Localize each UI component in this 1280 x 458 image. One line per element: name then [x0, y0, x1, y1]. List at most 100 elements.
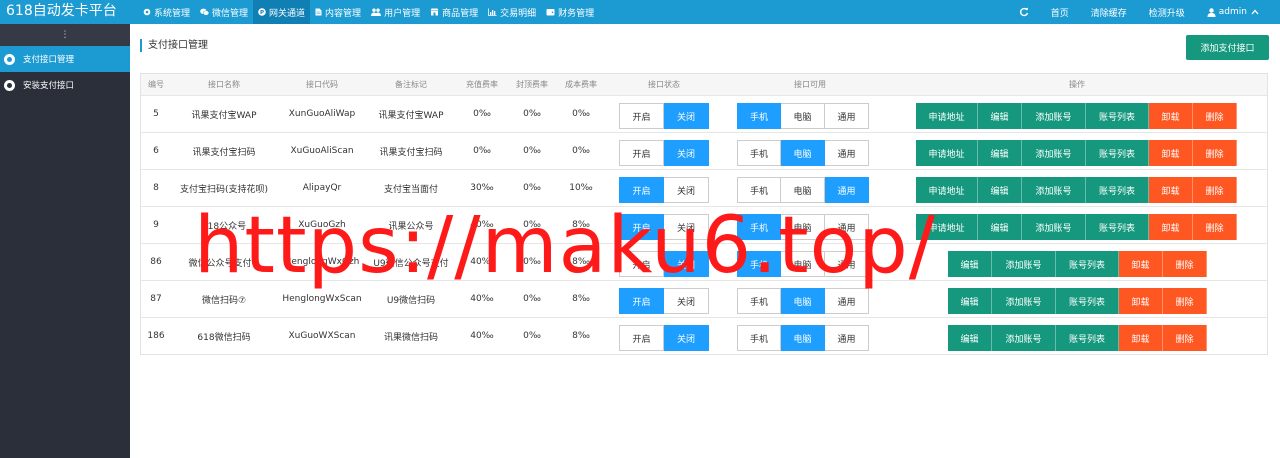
apply-address-button[interactable]: 申请地址 — [916, 140, 978, 166]
pc-button[interactable]: 电脑 — [781, 251, 825, 277]
disable-button[interactable]: 关闭 — [664, 251, 709, 277]
mobile-button[interactable]: 手机 — [737, 288, 781, 314]
account-list-button[interactable]: 账号列表 — [1086, 140, 1149, 166]
mobile-button[interactable]: 手机 — [737, 177, 781, 203]
enable-button[interactable]: 开启 — [619, 288, 664, 314]
all-devices-button[interactable]: 通用 — [825, 103, 869, 129]
pc-button[interactable]: 电脑 — [781, 325, 825, 351]
account-list-button[interactable]: 账号列表 — [1056, 325, 1119, 351]
add-account-button[interactable]: 添加账号 — [1022, 103, 1086, 129]
enable-button[interactable]: 开启 — [619, 177, 664, 203]
mobile-button[interactable]: 手机 — [737, 214, 781, 240]
uninstall-button[interactable]: 卸载 — [1119, 325, 1163, 351]
rate-cell: 40‰ — [470, 294, 494, 304]
uninstall-button[interactable]: 卸载 — [1149, 103, 1193, 129]
delete-button[interactable]: 删除 — [1163, 288, 1207, 314]
delete-button[interactable]: 删除 — [1193, 177, 1237, 203]
app-title[interactable]: 618自动发卡平台 — [6, 3, 117, 20]
delete-button[interactable]: 删除 — [1193, 214, 1237, 240]
shop-icon — [430, 8, 439, 16]
apply-address-button[interactable]: 申请地址 — [916, 177, 978, 203]
sidebar-item-1[interactable]: 安装支付接口 — [0, 72, 130, 98]
add-account-button[interactable]: 添加账号 — [992, 251, 1056, 277]
enable-button[interactable]: 开启 — [619, 103, 664, 129]
rate-cell: 40‰ — [470, 331, 494, 341]
add-payment-interface-button[interactable]: 添加支付接口 — [1186, 35, 1269, 60]
disable-button[interactable]: 关闭 — [664, 140, 709, 166]
all-devices-button[interactable]: 通用 — [825, 140, 869, 166]
all-devices-button[interactable]: 通用 — [825, 214, 869, 240]
pc-button[interactable]: 电脑 — [781, 140, 825, 166]
pc-button[interactable]: 电脑 — [781, 214, 825, 240]
uninstall-button[interactable]: 卸载 — [1119, 288, 1163, 314]
pc-button[interactable]: 电脑 — [781, 177, 825, 203]
edit-button[interactable]: 编辑 — [948, 325, 992, 351]
edit-button[interactable]: 编辑 — [978, 177, 1022, 203]
user-menu[interactable]: admin — [1196, 7, 1270, 17]
status-toggle: 开启 关闭 — [619, 325, 709, 351]
edit-button[interactable]: 编辑 — [978, 214, 1022, 240]
all-devices-button[interactable]: 通用 — [825, 325, 869, 351]
pc-button[interactable]: 电脑 — [781, 103, 825, 129]
delete-button[interactable]: 删除 — [1193, 140, 1237, 166]
top-navbar: 618自动发卡平台 系统管理 微信管理 P 网关通道 内容管理 用户管理 商品管理 交易明细 财… — [0, 0, 1280, 24]
edit-button[interactable]: 编辑 — [978, 103, 1022, 129]
all-devices-button[interactable]: 通用 — [825, 288, 869, 314]
apply-address-button[interactable]: 申请地址 — [916, 214, 978, 240]
account-list-button[interactable]: 账号列表 — [1086, 103, 1149, 129]
account-list-button[interactable]: 账号列表 — [1086, 177, 1149, 203]
uninstall-button[interactable]: 卸载 — [1149, 140, 1193, 166]
all-devices-button[interactable]: 通用 — [825, 177, 869, 203]
account-list-button[interactable]: 账号列表 — [1086, 214, 1149, 240]
mobile-button[interactable]: 手机 — [737, 103, 781, 129]
add-account-button[interactable]: 添加账号 — [992, 288, 1056, 314]
add-account-button[interactable]: 添加账号 — [1022, 140, 1086, 166]
clear-cache-link[interactable]: 清除缓存 — [1080, 6, 1138, 19]
edit-button[interactable]: 编辑 — [948, 251, 992, 277]
account-list-button[interactable]: 账号列表 — [1056, 251, 1119, 277]
account-list-button[interactable]: 账号列表 — [1056, 288, 1119, 314]
nav-item-7[interactable]: 财务管理 — [541, 0, 599, 24]
enable-button[interactable]: 开启 — [619, 140, 664, 166]
disable-button[interactable]: 关闭 — [664, 325, 709, 351]
nav-item-2[interactable]: P 网关通道 — [253, 0, 311, 24]
nav-item-4[interactable]: 用户管理 — [366, 0, 425, 24]
disable-button[interactable]: 关闭 — [664, 288, 709, 314]
refresh-icon[interactable] — [1008, 7, 1040, 17]
nav-item-5[interactable]: 商品管理 — [425, 0, 483, 24]
enable-button[interactable]: 开启 — [619, 251, 664, 277]
pc-button[interactable]: 电脑 — [781, 288, 825, 314]
check-update-link[interactable]: 检测升级 — [1138, 6, 1196, 19]
column-header: 备注标记 — [395, 80, 427, 89]
sidebar-item-0[interactable]: 支付接口管理 — [0, 46, 130, 72]
nav-item-6[interactable]: 交易明细 — [483, 0, 541, 24]
edit-button[interactable]: 编辑 — [978, 140, 1022, 166]
nav-item-0[interactable]: 系统管理 — [138, 0, 195, 24]
uninstall-button[interactable]: 卸载 — [1149, 177, 1193, 203]
mobile-button[interactable]: 手机 — [737, 140, 781, 166]
mobile-button[interactable]: 手机 — [737, 325, 781, 351]
mobile-button[interactable]: 手机 — [737, 251, 781, 277]
nav-item-1[interactable]: 微信管理 — [195, 0, 253, 24]
enable-button[interactable]: 开启 — [619, 214, 664, 240]
delete-button[interactable]: 删除 — [1163, 325, 1207, 351]
uninstall-button[interactable]: 卸载 — [1149, 214, 1193, 240]
nav-item-3[interactable]: 内容管理 — [310, 0, 366, 24]
add-account-button[interactable]: 添加账号 — [992, 325, 1056, 351]
name-cell: 微信扫码⑦ — [201, 295, 247, 306]
delete-button[interactable]: 删除 — [1193, 103, 1237, 129]
disable-button[interactable]: 关闭 — [664, 214, 709, 240]
edit-button[interactable]: 编辑 — [948, 288, 992, 314]
add-account-button[interactable]: 添加账号 — [1022, 214, 1086, 240]
uninstall-button[interactable]: 卸载 — [1119, 251, 1163, 277]
all-devices-button[interactable]: 通用 — [825, 251, 869, 277]
home-link[interactable]: 首页 — [1040, 6, 1080, 19]
remark-cell: 支付宝当面付 — [383, 184, 438, 195]
disable-button[interactable]: 关闭 — [664, 103, 709, 129]
sidebar-toggle[interactable]: ⋮ — [0, 24, 130, 46]
delete-button[interactable]: 删除 — [1163, 251, 1207, 277]
add-account-button[interactable]: 添加账号 — [1022, 177, 1086, 203]
disable-button[interactable]: 关闭 — [664, 177, 709, 203]
enable-button[interactable]: 开启 — [619, 325, 664, 351]
apply-address-button[interactable]: 申请地址 — [916, 103, 978, 129]
